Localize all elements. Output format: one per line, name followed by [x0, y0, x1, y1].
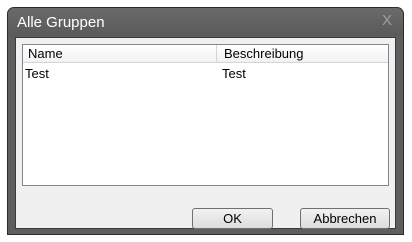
ok-button[interactable]: OK — [192, 208, 273, 229]
list-item[interactable]: Test Test — [23, 65, 388, 83]
column-header-name[interactable]: Name — [23, 45, 216, 62]
title-bar[interactable]: Alle Gruppen X — [8, 8, 403, 36]
dialog-window: Alle Gruppen X Name Beschreibung Test Te… — [7, 7, 404, 235]
cancel-button[interactable]: Abbrechen — [300, 208, 390, 229]
dialog-body: Name Beschreibung Test Test OK Abbrechen — [15, 37, 396, 229]
close-icon[interactable]: X — [377, 12, 397, 30]
groups-list[interactable]: Name Beschreibung Test Test — [22, 44, 389, 186]
group-description-cell: Test — [222, 66, 246, 81]
group-name-cell: Test — [25, 66, 49, 81]
column-header-description[interactable]: Beschreibung — [216, 45, 388, 62]
window-title: Alle Gruppen — [17, 14, 105, 31]
list-header: Name Beschreibung — [23, 45, 388, 63]
